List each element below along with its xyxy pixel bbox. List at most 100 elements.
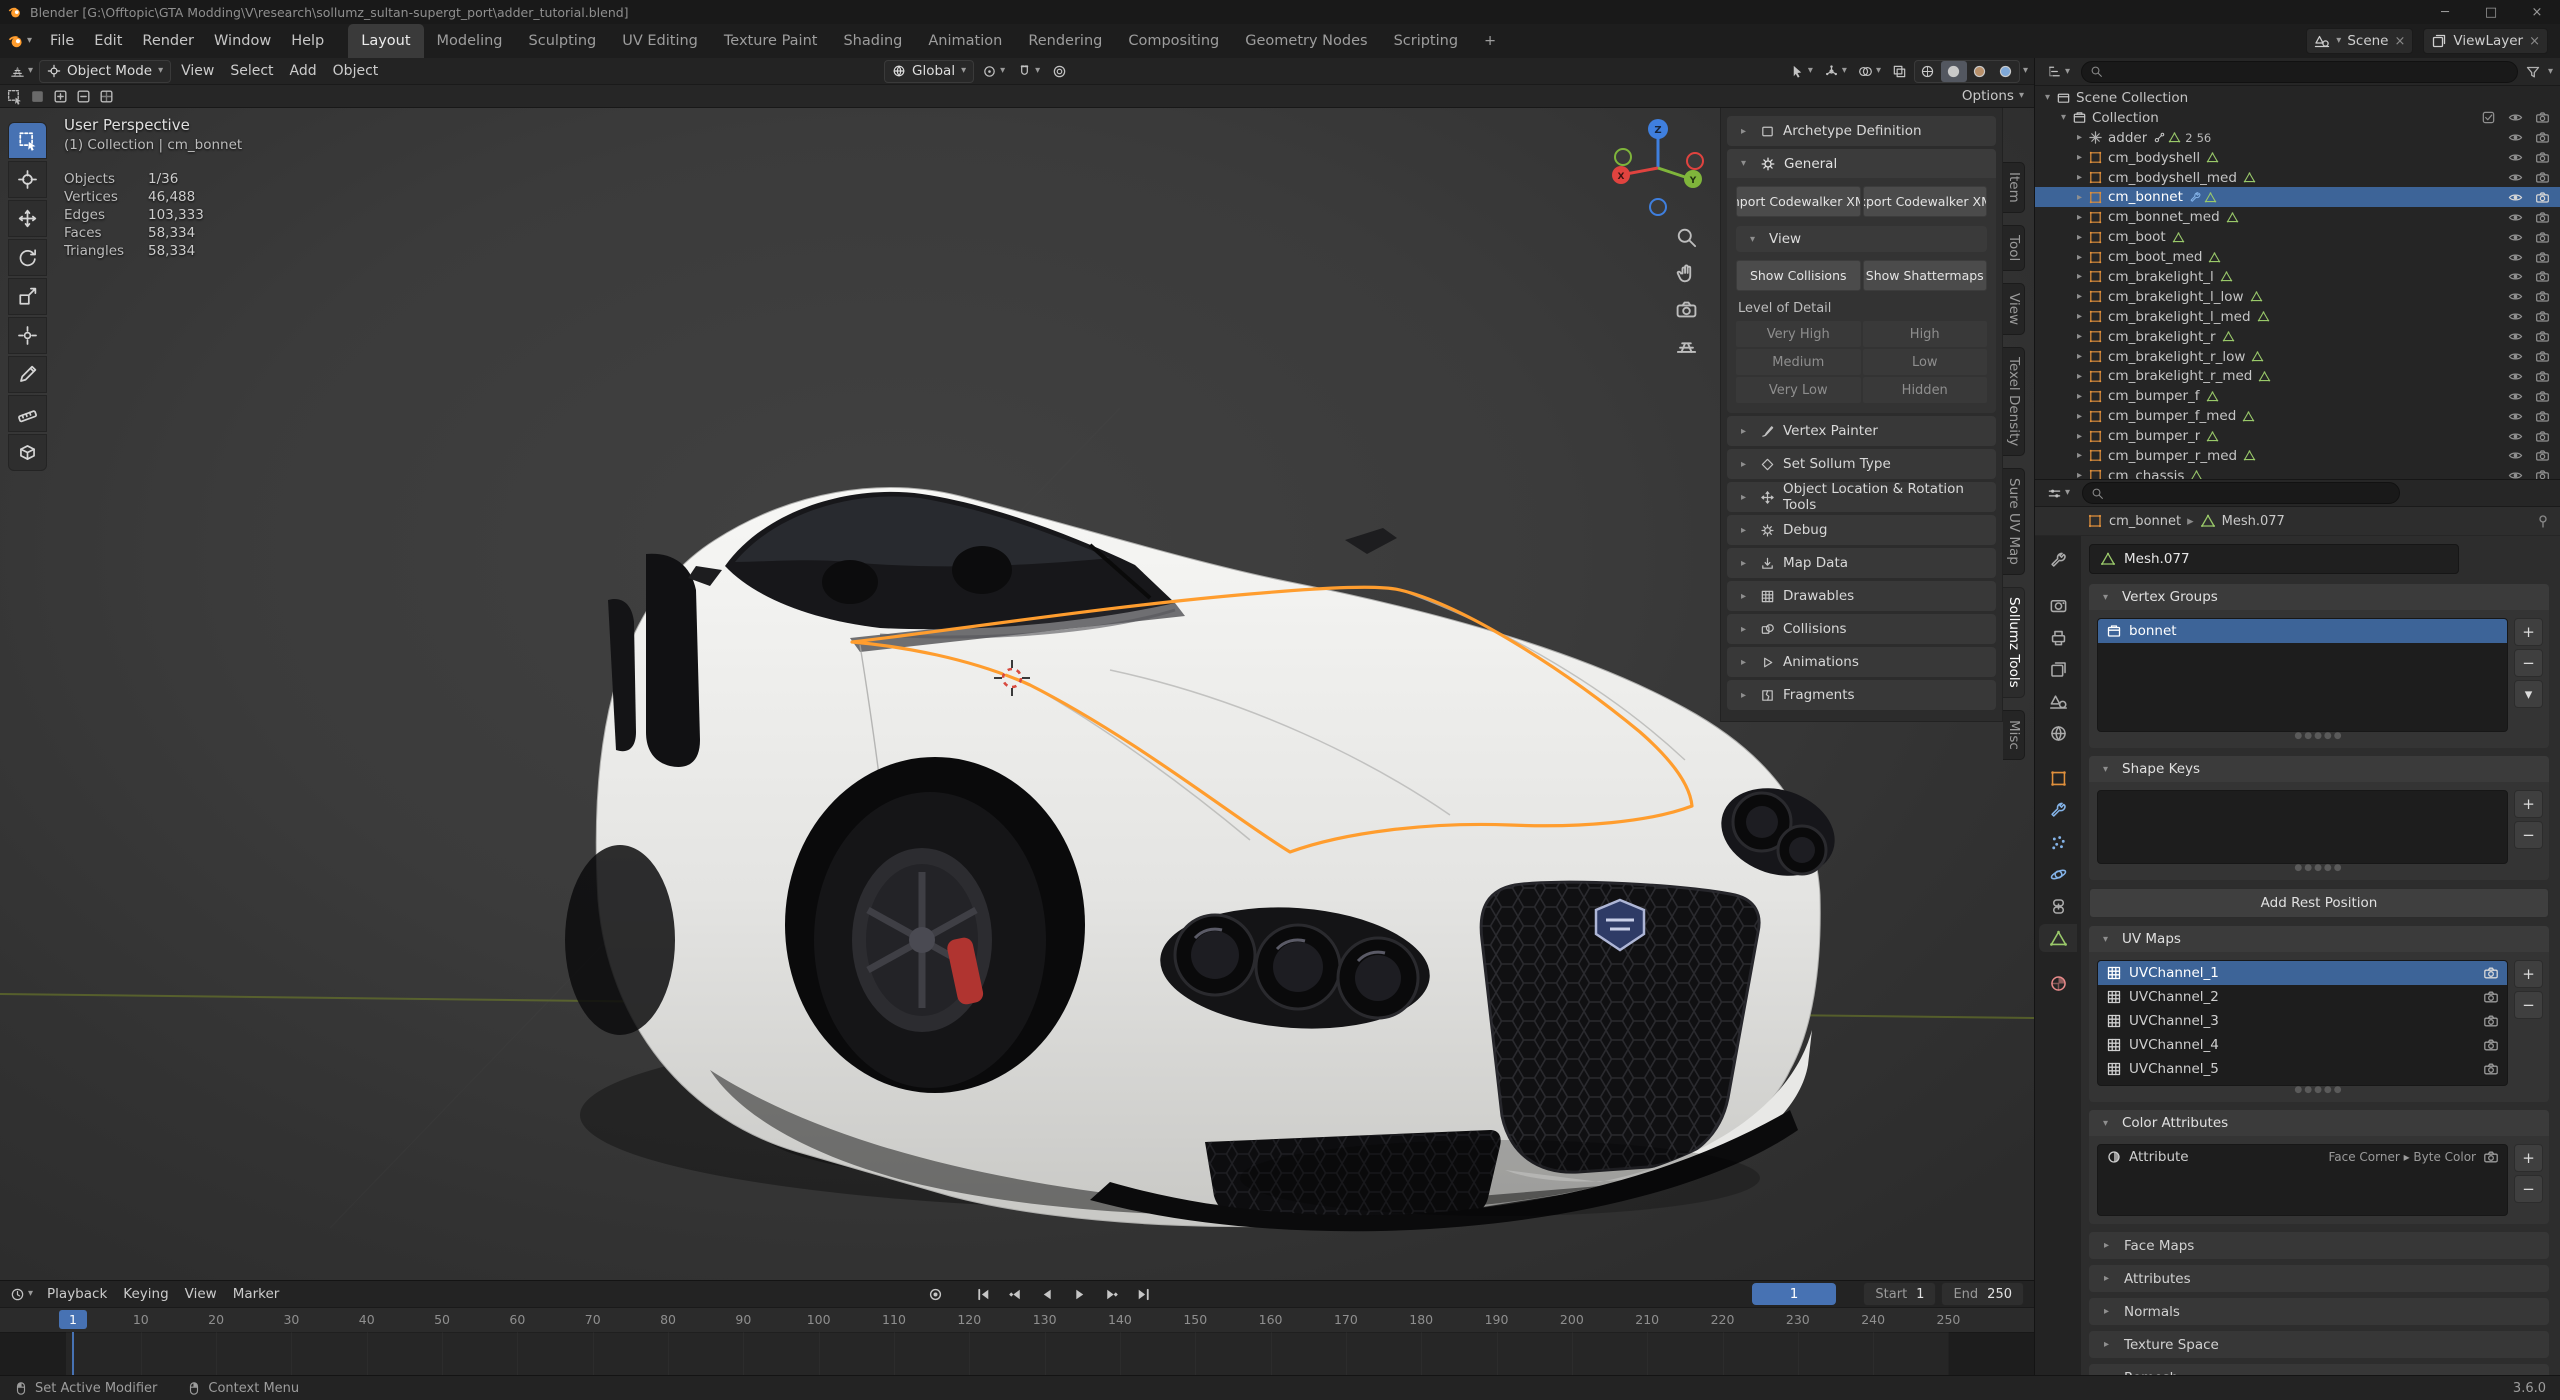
list-resize-grip[interactable]: ●●●●● (2097, 1086, 2541, 1094)
caret-right-icon[interactable]: ▸ (2071, 311, 2088, 322)
camera-icon[interactable] (2483, 1013, 2499, 1029)
panel-fragments[interactable]: ▸Fragments (1727, 680, 1996, 710)
mode-dropdown[interactable]: Object Mode ▾ (39, 60, 171, 83)
view-subpanel-header[interactable]: ▾ View (1736, 226, 1987, 252)
tool-annotate-button[interactable] (8, 356, 47, 393)
menu-file[interactable]: File (40, 24, 84, 58)
eye-icon[interactable] (2508, 170, 2523, 185)
remove-color-attribute-button[interactable]: − (2514, 1175, 2543, 1203)
jump-start-button[interactable] (968, 1283, 998, 1305)
uv-map-uvchannel_5[interactable]: UVChannel_5 (2098, 1057, 2507, 1081)
gizmos-dropdown[interactable]: ▾ (1820, 61, 1851, 82)
outliner-row-cm-brakelight-r[interactable]: ▸cm_brakelight_r (2035, 327, 2560, 347)
eye-icon[interactable] (2508, 329, 2523, 344)
view-layer-selector[interactable]: ViewLayer × (2423, 28, 2548, 54)
properties-tab-output[interactable] (2039, 623, 2077, 651)
panel-normals[interactable]: ▸Normals (2089, 1298, 2549, 1325)
workspace-tab-animation[interactable]: Animation (915, 24, 1015, 58)
timeline-menu-keying[interactable]: Keying (115, 1286, 176, 1302)
menu-window[interactable]: Window (204, 24, 281, 58)
export-codewalker-xml-button[interactable]: Export Codewalker XML (1863, 186, 1988, 217)
menu-edit[interactable]: Edit (84, 24, 132, 58)
panel-vertex-painter[interactable]: ▸Vertex Painter (1727, 416, 1996, 446)
eye-icon[interactable] (2508, 409, 2523, 424)
shading-rendered-button[interactable] (1993, 61, 2019, 82)
select-mode-subtract-icon[interactable] (75, 88, 92, 105)
workspace-tab-scripting[interactable]: Scripting (1381, 24, 1471, 58)
properties-tab-tool[interactable] (2039, 546, 2077, 574)
show-shattermaps-button[interactable]: Show Shattermaps (1863, 260, 1988, 291)
uv-map-uvchannel_4[interactable]: UVChannel_4 (2098, 1033, 2507, 1057)
minimize-button[interactable]: ─ (2422, 0, 2468, 24)
npanel-tab-misc[interactable]: Misc (2003, 710, 2025, 760)
editor-type-button[interactable]: ▾ (6, 61, 37, 82)
filter-icon[interactable] (2525, 64, 2541, 80)
camera-icon[interactable] (2535, 269, 2550, 284)
camera-icon[interactable] (2535, 389, 2550, 404)
uv-map-uvchannel_3[interactable]: UVChannel_3 (2098, 1009, 2507, 1033)
panel-attributes[interactable]: ▸Attributes (2089, 1265, 2549, 1292)
camera-icon[interactable] (2535, 468, 2550, 479)
caret-right-icon[interactable]: ▸ (2071, 431, 2088, 442)
outliner-row-cm-bodyshell-med[interactable]: ▸cm_bodyshell_med (2035, 168, 2560, 188)
caret-right-icon[interactable]: ▸ (2071, 192, 2088, 203)
scene-selector[interactable]: ▾ Scene × (2306, 28, 2413, 54)
panel-face-maps[interactable]: ▸Face Maps (2089, 1232, 2549, 1259)
color-attributes-header[interactable]: ▾ Color Attributes (2089, 1110, 2549, 1136)
tool-add-cube-button[interactable] (8, 434, 47, 471)
tool-box-select-button[interactable] (8, 122, 47, 159)
navigation-gizmo[interactable]: Z X Y (1602, 112, 1714, 224)
tool-rotate-button[interactable] (8, 239, 47, 276)
archetype-definition-panel[interactable]: ▸ Archetype Definition (1727, 116, 1996, 146)
outliner-search-input[interactable] (2081, 61, 2518, 83)
prev-keyframe-button[interactable] (1000, 1283, 1030, 1305)
remove-uv-map-button[interactable]: − (2514, 991, 2543, 1019)
panel-collisions[interactable]: ▸Collisions (1727, 614, 1996, 644)
outliner-row-cm-brakelight-r-low[interactable]: ▸cm_brakelight_r_low (2035, 347, 2560, 367)
timeline-track-area[interactable]: 1102030405060708090100110120130140150160… (0, 1308, 2034, 1376)
eye-icon[interactable] (2508, 429, 2523, 444)
camera-icon[interactable] (2535, 150, 2550, 165)
npanel-tab-sure-uv-map[interactable]: Sure UV Map (2003, 468, 2025, 575)
panel-animations[interactable]: ▸Animations (1727, 647, 1996, 677)
xray-toggle[interactable] (1888, 61, 1911, 82)
camera-icon[interactable] (2535, 190, 2550, 205)
workspace-tab-uv-editing[interactable]: UV Editing (609, 24, 711, 58)
play-reverse-button[interactable] (1032, 1283, 1062, 1305)
uv-maps-header[interactable]: ▾ UV Maps (2089, 926, 2549, 952)
panel-texture-space[interactable]: ▸Texture Space (2089, 1331, 2549, 1358)
shading-wireframe-button[interactable] (1915, 61, 1941, 82)
camera-icon[interactable] (2535, 170, 2550, 185)
camera-icon[interactable] (2535, 250, 2550, 265)
outliner-editor-type-button[interactable]: ▾ (2043, 61, 2074, 82)
workspace-tab-texture-paint[interactable]: Texture Paint (711, 24, 831, 58)
timeline-editor-type-button[interactable]: ▾ (6, 1284, 37, 1305)
camera-view-control-icon[interactable] (1675, 298, 1698, 321)
eye-icon[interactable] (2508, 269, 2523, 284)
eye-icon[interactable] (2508, 210, 2523, 225)
properties-tab-world[interactable] (2039, 719, 2077, 747)
car-model[interactable] (550, 470, 1850, 1260)
panel-drawables[interactable]: ▸Drawables (1727, 581, 1996, 611)
properties-tab-data[interactable] (2039, 924, 2077, 952)
shading-material-button[interactable] (1967, 61, 1993, 82)
eye-icon[interactable] (2508, 448, 2523, 463)
outliner-row-cm-bodyshell[interactable]: ▸cm_bodyshell (2035, 148, 2560, 168)
select-mode-invert-icon[interactable] (98, 88, 115, 105)
blender-menu-button[interactable]: ▾ (0, 33, 40, 49)
lod-low-button[interactable]: Low (1863, 349, 1988, 375)
workspace-tab-compositing[interactable]: Compositing (1115, 24, 1232, 58)
properties-tab-modifiers[interactable] (2039, 796, 2077, 824)
transform-orientation-dropdown[interactable]: Global ▾ (884, 60, 974, 83)
outliner-row-cm-boot[interactable]: ▸cm_boot (2035, 227, 2560, 247)
breadcrumb-data[interactable]: Mesh.077 (2222, 514, 2285, 529)
menu-render[interactable]: Render (132, 24, 204, 58)
unlink-view-layer-icon[interactable]: × (2529, 34, 2540, 49)
outliner-row-cm-boot-med[interactable]: ▸cm_boot_med (2035, 247, 2560, 267)
eye-icon[interactable] (2508, 389, 2523, 404)
vertex-group-specials-button[interactable]: ▾ (2514, 680, 2543, 708)
camera-icon[interactable] (2535, 110, 2550, 125)
add-vertex-group-button[interactable]: + (2514, 618, 2543, 646)
remove-vertex-group-button[interactable]: − (2514, 649, 2543, 677)
properties-tab-constraints[interactable] (2039, 892, 2077, 920)
